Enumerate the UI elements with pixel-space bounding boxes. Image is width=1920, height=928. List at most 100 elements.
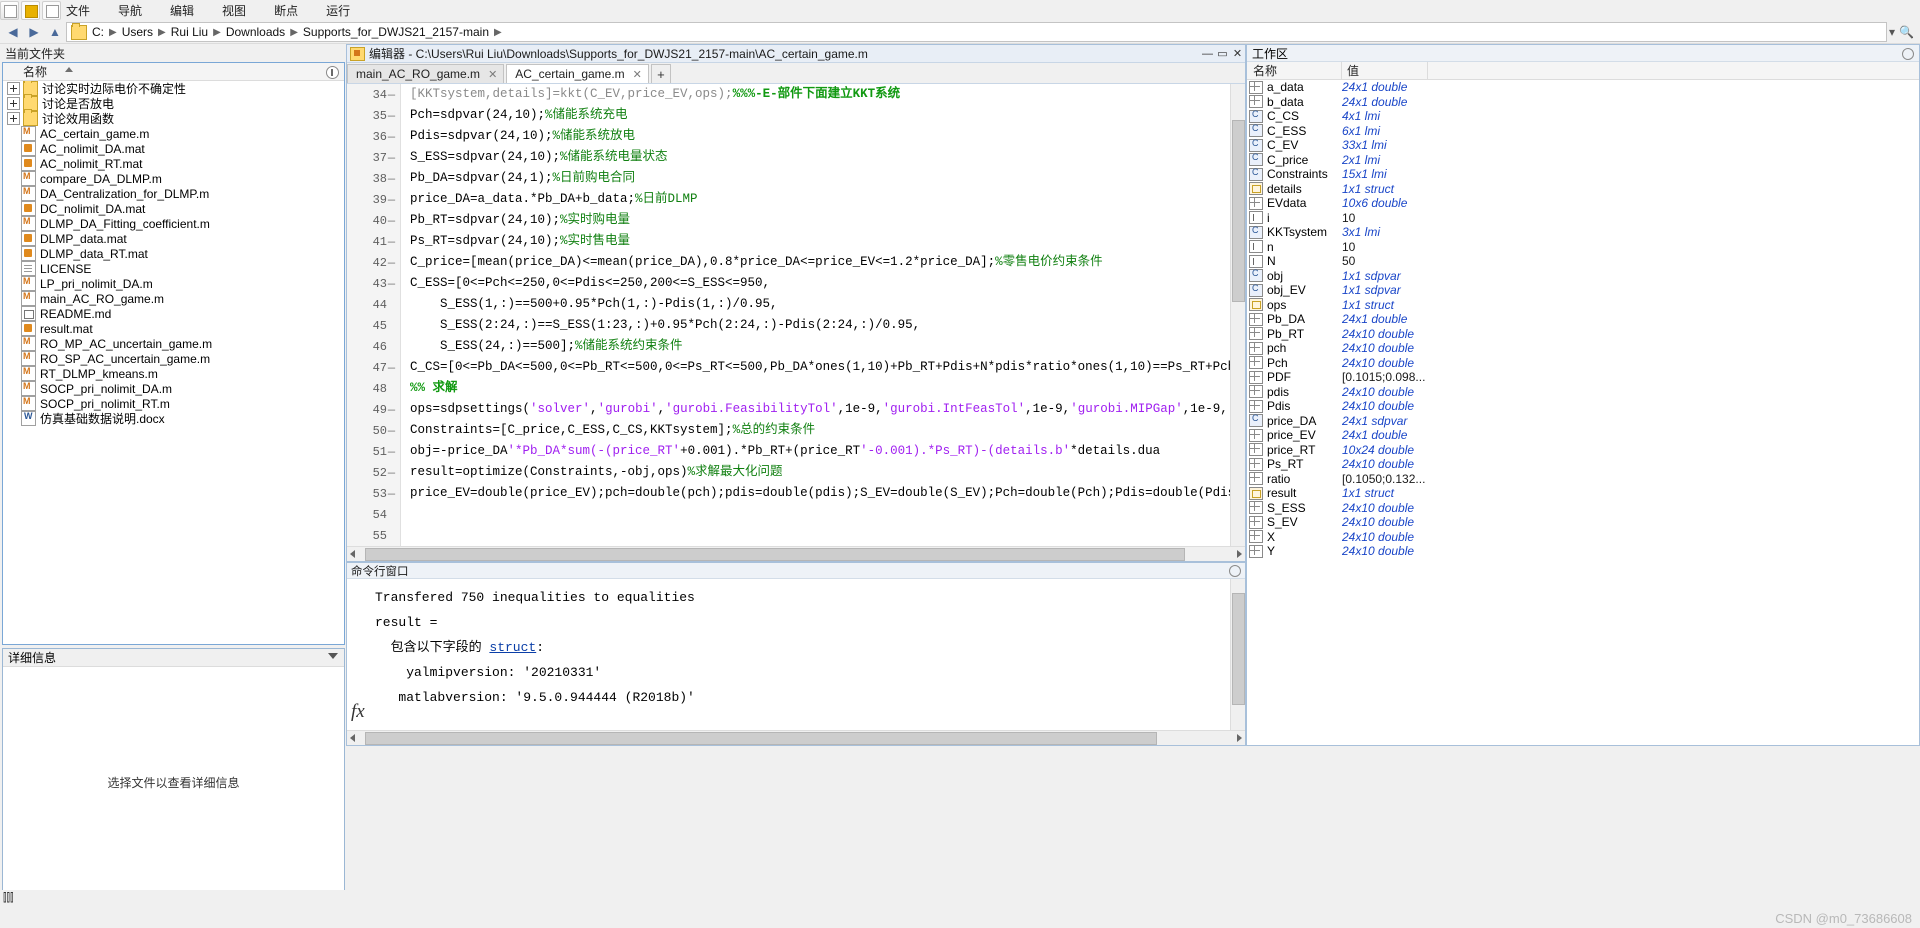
workspace-row[interactable]: EVdata 10x6 double: [1247, 196, 1919, 211]
editor-minimize-button[interactable]: —: [1200, 47, 1215, 61]
chevron-down-icon[interactable]: [328, 653, 338, 659]
workspace-column-value[interactable]: 值: [1342, 62, 1428, 79]
workspace-row[interactable]: Y 24x10 double: [1247, 544, 1919, 559]
workspace-row[interactable]: obj_EV 1x1 sdpvar: [1247, 283, 1919, 298]
file-list-item[interactable]: SOCP_pri_nolimit_DA.m: [3, 381, 344, 396]
workspace-row[interactable]: pch 24x10 double: [1247, 341, 1919, 356]
command-window-vertical-scrollbar[interactable]: [1230, 579, 1245, 731]
back-icon[interactable]: ◀: [4, 23, 22, 41]
line-number[interactable]: 50—: [347, 420, 400, 441]
workspace-row[interactable]: ratio [0.1050;0.132...: [1247, 472, 1919, 487]
scroll-left-icon[interactable]: [350, 734, 355, 742]
scroll-right-icon[interactable]: [1237, 734, 1242, 742]
workspace-row[interactable]: S_ESS 24x10 double: [1247, 501, 1919, 516]
code-line[interactable]: Ps_RT=sdpvar(24,10);%实时售电量: [400, 231, 1231, 252]
workspace-row[interactable]: Pb_DA 24x1 double: [1247, 312, 1919, 327]
code-line[interactable]: Constraints=[C_price,C_ESS,C_CS,KKTsyste…: [400, 420, 1231, 441]
line-number[interactable]: 41—: [347, 231, 400, 252]
code-line[interactable]: Pb_DA=sdpvar(24,1);%日前购电合同: [400, 168, 1231, 189]
file-list-item[interactable]: result.mat: [3, 321, 344, 336]
workspace-row[interactable]: C_ESS 6x1 lmi: [1247, 123, 1919, 139]
code-area[interactable]: 34—35—36—37—38—39—40—41—42—43—44 45 46 47—4…: [347, 84, 1245, 556]
editor-tab-close-icon[interactable]: ✕: [488, 68, 497, 81]
file-list-item[interactable]: RO_MP_AC_uncertain_game.m: [3, 336, 344, 351]
ribbon-tab-run[interactable]: 运行: [312, 0, 364, 21]
ribbon-tab-breakpoints[interactable]: 断点: [260, 0, 312, 21]
workspace-row[interactable]: C_EV 33x1 lmi: [1247, 138, 1919, 153]
workspace-row[interactable]: result 1x1 struct: [1247, 486, 1919, 501]
code-line[interactable]: price_EV=double(price_EV);pch=double(pch…: [400, 483, 1231, 504]
editor-tab-ac-certain-game[interactable]: AC_certain_game.m ✕: [506, 64, 649, 83]
file-list-item[interactable]: DLMP_data_RT.mat: [3, 246, 344, 261]
expand-icon[interactable]: [7, 112, 20, 125]
workspace-row[interactable]: obj 1x1 sdpvar: [1247, 268, 1919, 284]
file-list-item[interactable]: DLMP_data.mat: [3, 231, 344, 246]
code-line[interactable]: Pb_RT=sdpvar(24,10);%实时购电量: [400, 210, 1231, 231]
command-window-scroll-thumb[interactable]: [1232, 593, 1245, 705]
breadcrumb-project[interactable]: Supports_for_DWJS21_2157-main: [303, 25, 489, 39]
code-line[interactable]: ops=sdpsettings('solver','gurobi','gurob…: [400, 399, 1231, 420]
line-number[interactable]: 54: [347, 504, 400, 525]
line-number[interactable]: 55: [347, 525, 400, 546]
file-list-item[interactable]: AC_certain_game.m: [3, 126, 344, 141]
file-list-item[interactable]: main_AC_RO_game.m: [3, 291, 344, 306]
panel-options-icon[interactable]: [326, 66, 339, 79]
line-number[interactable]: 35—: [347, 105, 400, 126]
file-list-item[interactable]: 讨论是否放电: [3, 94, 344, 111]
editor-tab-main-ac-ro-game[interactable]: main_AC_RO_game.m ✕: [347, 64, 505, 83]
file-list-item[interactable]: 讨论效用函数: [3, 109, 344, 126]
path-breadcrumb-field[interactable]: C: ▶ Users ▶ Rui Liu ▶ Downloads ▶ Suppo…: [66, 22, 1888, 42]
code-line[interactable]: result=optimize(Constraints,-obj,ops)%求解…: [400, 462, 1231, 483]
line-number[interactable]: 38—: [347, 168, 400, 189]
line-number[interactable]: 39—: [347, 189, 400, 210]
workspace-row[interactable]: details 1x1 struct: [1247, 182, 1919, 197]
file-list-item[interactable]: DLMP_DA_Fitting_coefficient.m: [3, 216, 344, 231]
line-number-gutter[interactable]: 34—35—36—37—38—39—40—41—42—43—44 45 46 47—4…: [347, 84, 401, 556]
line-number[interactable]: 48: [347, 378, 400, 399]
workspace-row[interactable]: Pch 24x10 double: [1247, 356, 1919, 371]
ribbon-tab-navigate[interactable]: 导航: [104, 0, 156, 21]
workspace-row[interactable]: price_DA 24x1 sdpvar: [1247, 413, 1919, 429]
workspace-row[interactable]: n 10: [1247, 240, 1919, 255]
line-number[interactable]: 49—: [347, 399, 400, 420]
code-line[interactable]: [400, 504, 1231, 525]
workspace-options-icon[interactable]: [1902, 48, 1914, 60]
file-list-item[interactable]: SOCP_pri_nolimit_RT.m: [3, 396, 344, 411]
file-list-item[interactable]: RO_SP_AC_uncertain_game.m: [3, 351, 344, 366]
code-line[interactable]: price_DA=a_data.*Pb_DA+b_data;%日前DLMP: [400, 189, 1231, 210]
workspace-variable-list[interactable]: a_data 24x1 double b_data 24x1 double C_CS 4x…: [1247, 80, 1919, 559]
workspace-column-extra[interactable]: [1428, 62, 1919, 79]
code-line[interactable]: S_ESS(2:24,:)==S_ESS(1:23,:)+0.95*Pch(2:…: [400, 315, 1231, 336]
file-list-item[interactable]: AC_nolimit_DA.mat: [3, 141, 344, 156]
editor-horizontal-scroll-thumb[interactable]: [365, 548, 1185, 561]
details-header[interactable]: 详细信息: [3, 649, 344, 667]
line-number[interactable]: 47—: [347, 357, 400, 378]
editor-maximize-button[interactable]: ▭: [1215, 47, 1230, 61]
line-number[interactable]: 42—: [347, 252, 400, 273]
editor-tab-close-icon[interactable]: ✕: [633, 68, 642, 81]
command-window-options-icon[interactable]: [1229, 565, 1241, 577]
open-file-icon[interactable]: [21, 1, 40, 20]
file-list-item[interactable]: compare_DA_DLMP.m: [3, 171, 344, 186]
up-icon[interactable]: ▲: [46, 23, 64, 41]
column-header-name[interactable]: 名称: [3, 63, 47, 80]
workspace-row[interactable]: PDF [0.1015;0.098...: [1247, 370, 1919, 385]
code-line[interactable]: C_CS=[0<=Pb_DA<=500,0<=Pb_RT<=500,0<=Ps_…: [400, 357, 1231, 378]
line-number[interactable]: 36—: [347, 126, 400, 147]
workspace-row[interactable]: C_price 2x1 lmi: [1247, 152, 1919, 168]
line-number[interactable]: 46: [347, 336, 400, 357]
editor-vertical-scrollbar[interactable]: [1230, 84, 1245, 556]
file-list-item[interactable]: 讨论实时边际电价不确定性: [3, 81, 344, 96]
file-list-item[interactable]: LP_pri_nolimit_DA.m: [3, 276, 344, 291]
file-list-item[interactable]: AC_nolimit_RT.mat: [3, 156, 344, 171]
line-number[interactable]: 34—: [347, 84, 400, 105]
workspace-column-name[interactable]: 名称: [1247, 62, 1342, 79]
line-number[interactable]: 53—: [347, 483, 400, 504]
code-lines[interactable]: [KKTsystem,details]=kkt(C_EV,price_EV,op…: [400, 84, 1231, 556]
workspace-row[interactable]: i 10: [1247, 211, 1919, 226]
file-list[interactable]: 讨论实时边际电价不确定性讨论是否放电讨论效用函数AC_certain_game.…: [3, 81, 344, 644]
code-line[interactable]: S_ESS(24,:)==500];%储能系统约束条件: [400, 336, 1231, 357]
line-number[interactable]: 40—: [347, 210, 400, 231]
workspace-row[interactable]: pdis 24x10 double: [1247, 385, 1919, 400]
workspace-row[interactable]: price_EV 24x1 double: [1247, 428, 1919, 443]
